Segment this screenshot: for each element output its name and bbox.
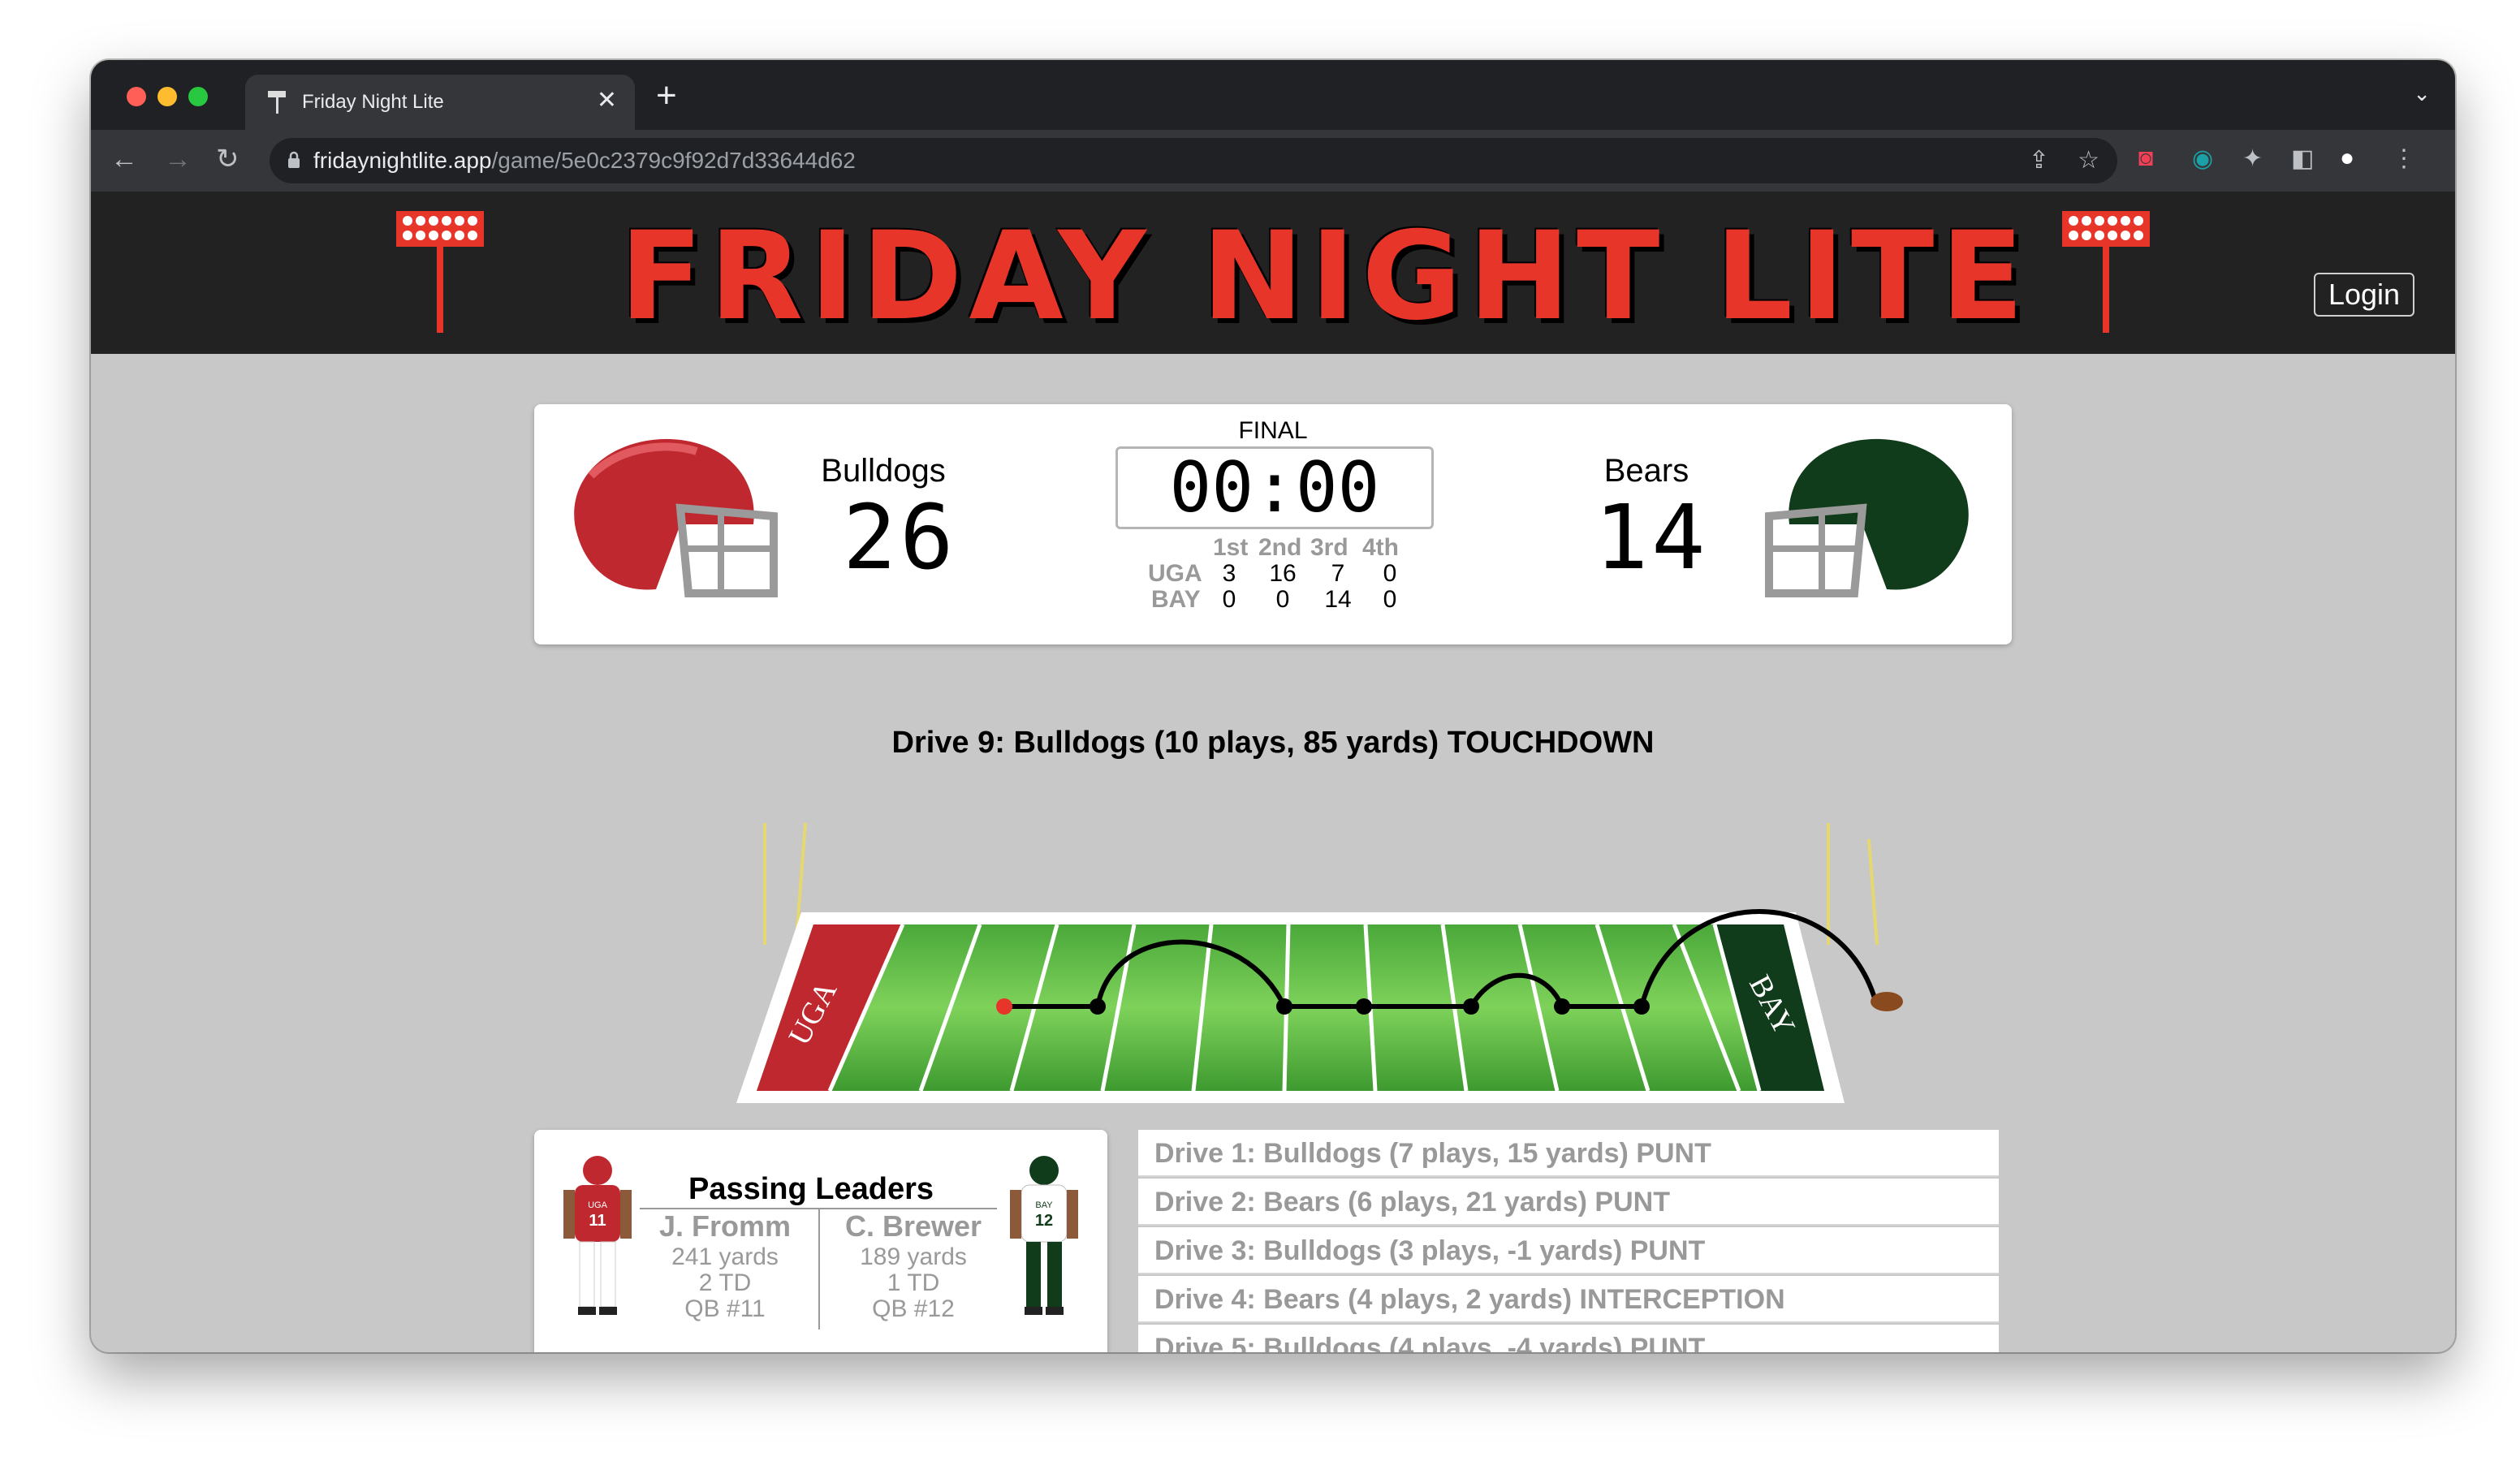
svg-text:UGA: UGA: [588, 1200, 608, 1210]
home-qb-yards: 241 yards: [671, 1243, 779, 1270]
home-qb-name: J. Fromm: [658, 1209, 792, 1243]
back-arrow-icon[interactable]: ←: [110, 143, 138, 175]
drive-list-item[interactable]: Drive 1: Bulldogs (7 plays, 15 yards) PU…: [1138, 1130, 1999, 1177]
home-qb-position: QB #11: [684, 1295, 766, 1322]
browser-tab[interactable]: Friday Night Lite ✕: [245, 75, 635, 130]
right-goalpost-icon: [1827, 823, 1879, 946]
drive-list-item[interactable]: Drive 3: Bulldogs (3 plays, -1 yards) PU…: [1138, 1227, 1999, 1274]
drive-list-item[interactable]: Drive 2: Bears (6 plays, 21 yards) PUNT: [1138, 1179, 1999, 1226]
favicon-icon: [268, 91, 286, 114]
home-score: 26: [843, 485, 957, 589]
leaders-divider: [818, 1208, 820, 1330]
home-qb-player-icon: 11 UGA: [563, 1156, 632, 1315]
site-header: FRIDAY NIGHT LITE Login: [91, 192, 2455, 354]
svg-text:BAY: BAY: [1035, 1200, 1053, 1210]
away-qb-yards: 189 yards: [860, 1243, 967, 1270]
away-score: 14: [1594, 485, 1709, 589]
extension-circle-icon[interactable]: ◉: [2192, 144, 2213, 173]
football-icon: [1871, 992, 1903, 1011]
svg-text:12: 12: [1035, 1212, 1053, 1230]
drive-list-item[interactable]: Drive 5: Bulldogs (4 plays, -4 yards) PU…: [1138, 1325, 1999, 1352]
home-quarter-score: 16: [1269, 560, 1297, 587]
quarter-header: 4th: [1362, 534, 1399, 561]
pocket-icon[interactable]: ◙: [2138, 144, 2153, 172]
away-quarter-score: 0: [1275, 586, 1290, 613]
share-icon[interactable]: ⇪: [2029, 146, 2049, 175]
home-qb-td: 2 TD: [698, 1269, 752, 1296]
away-qb-name: C. Brewer: [844, 1209, 982, 1243]
quarter-header: 3rd: [1310, 534, 1348, 561]
minimize-window-icon[interactable]: [158, 87, 177, 106]
current-drive-title: Drive 9: Bulldogs (10 plays, 85 yards) T…: [891, 726, 1655, 760]
quarter-header: 1st: [1213, 534, 1249, 561]
new-tab-icon[interactable]: +: [656, 78, 677, 114]
away-quarter-score: 14: [1324, 586, 1352, 613]
passing-leaders-title: Passing Leaders: [688, 1172, 934, 1206]
home-quarter-score: 3: [1222, 560, 1236, 587]
maximize-window-icon[interactable]: [188, 87, 208, 106]
url-text: fridaynightlite.app/game/5e0c2379c9f92d7…: [313, 148, 856, 173]
home-helmet-icon: [574, 438, 778, 597]
browser-window: Friday Night Lite ✕ + ⌄ ← → ↻ fridaynigh…: [91, 60, 2455, 1352]
tab-close-icon[interactable]: ✕: [597, 86, 617, 114]
reload-icon[interactable]: ↻: [216, 143, 239, 175]
away-quarter-score: 0: [1222, 586, 1236, 613]
home-team-name: Bulldogs: [821, 453, 946, 489]
svg-text:11: 11: [589, 1212, 606, 1230]
game-clock: 00:00: [1115, 446, 1434, 529]
bookmark-star-icon[interactable]: ☆: [2078, 146, 2099, 175]
away-quarter-score: 0: [1383, 586, 1397, 613]
profile-avatar-icon[interactable]: ●: [2340, 144, 2354, 172]
stadium-light-left-icon: [396, 211, 484, 333]
away-team-name: Bears: [1603, 453, 1689, 489]
drive-start-marker: [996, 998, 1012, 1015]
browser-toolbar: ← → ↻ fridaynightlite.app/game/5e0c2379c…: [91, 130, 2455, 192]
address-bar[interactable]: fridaynightlite.app/game/5e0c2379c9f92d7…: [270, 138, 2117, 183]
close-window-icon[interactable]: [127, 87, 146, 106]
browser-menu-icon[interactable]: ⋮: [2392, 144, 2416, 173]
forward-arrow-icon[interactable]: →: [164, 143, 192, 175]
tab-title: Friday Night Lite: [302, 91, 444, 113]
scoreboard: Bulldogs 26 FINAL 00:00 1st 2nd 3rd 4th …: [534, 404, 2012, 644]
puzzle-extensions-icon[interactable]: ✦: [2242, 144, 2263, 173]
tab-strip: Friday Night Lite ✕ + ⌄: [91, 60, 2455, 130]
away-qb-position: QB #12: [872, 1295, 955, 1322]
lock-icon: [288, 151, 300, 168]
stadium-light-right-icon: [2062, 211, 2150, 333]
side-panel-icon[interactable]: ◧: [2291, 144, 2314, 173]
away-abbr: BAY: [1151, 586, 1201, 613]
home-abbr: UGA: [1148, 560, 1202, 587]
away-helmet-icon: [1765, 438, 1969, 597]
tab-search-chevron-icon[interactable]: ⌄: [2413, 81, 2431, 106]
away-qb-td: 1 TD: [887, 1269, 940, 1296]
home-quarter-score: 0: [1383, 560, 1397, 587]
quarter-header: 2nd: [1258, 534, 1302, 561]
site-logo-text: FRIDAY NIGHT LITE: [619, 206, 2030, 347]
passing-leaders-card: 11 UGA Passing Leaders J. Fromm 241 yard…: [534, 1130, 1107, 1352]
drive-list-item[interactable]: Drive 4: Bears (4 plays, 2 yards) INTERC…: [1138, 1276, 1999, 1323]
away-qb-player-icon: 12 BAY: [1010, 1156, 1078, 1315]
login-button[interactable]: Login: [2314, 273, 2414, 317]
football-field: UGA BAY: [736, 822, 1903, 1103]
home-quarter-score: 7: [1331, 560, 1345, 587]
